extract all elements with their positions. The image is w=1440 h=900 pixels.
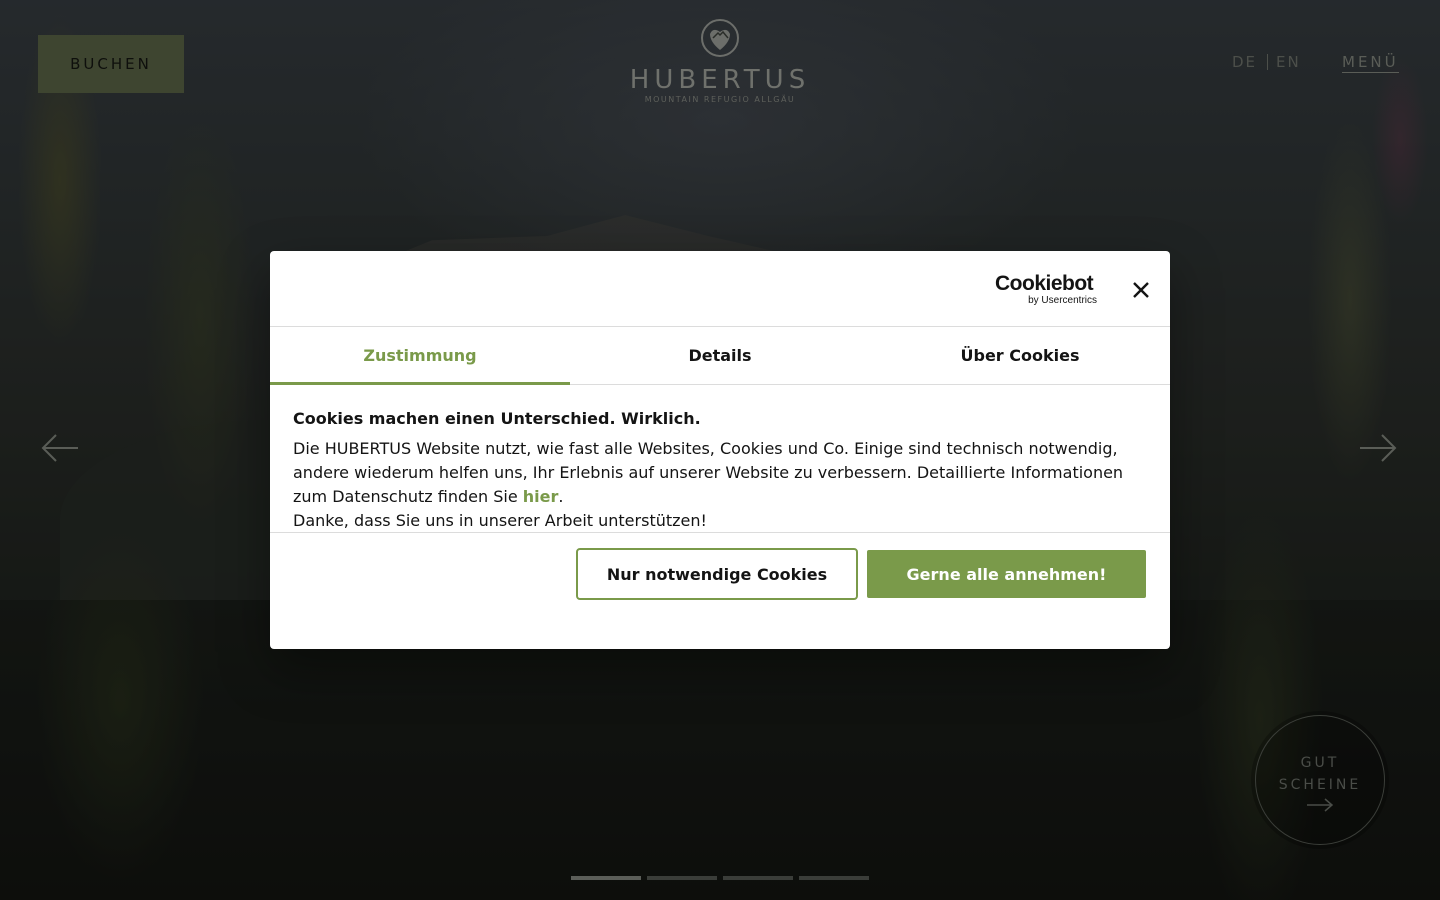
menu-button[interactable]: MENÜ xyxy=(1342,53,1399,73)
slider-dot[interactable] xyxy=(647,876,717,880)
voucher-label-line1: GUT xyxy=(1300,755,1340,771)
tab-details[interactable]: Details xyxy=(570,327,870,384)
dialog-text: Die HUBERTUS Website nutzt, wie fast all… xyxy=(293,437,1148,509)
slider-next-arrow-icon[interactable] xyxy=(1358,430,1398,466)
slider-dot[interactable] xyxy=(571,876,641,880)
cookiebot-logo[interactable]: Cookiebot by Usercentrics xyxy=(995,273,1097,307)
language-switcher: DE EN xyxy=(1232,53,1301,71)
dialog-heading: Cookies machen einen Unterschied. Wirkli… xyxy=(293,409,701,428)
accept-all-button[interactable]: Gerne alle annehmen! xyxy=(867,550,1146,598)
slider-dot[interactable] xyxy=(723,876,793,880)
slider-prev-arrow-icon[interactable] xyxy=(40,430,80,466)
voucher-label-line2: SCHEINE xyxy=(1278,777,1362,793)
arrow-right-icon xyxy=(1307,798,1334,812)
dialog-footer: Nur notwendige Cookies Gerne alle annehm… xyxy=(270,533,1170,623)
dialog-tabs: Zustimmung Details Über Cookies xyxy=(270,327,1170,385)
tab-about-cookies[interactable]: Über Cookies xyxy=(870,327,1170,384)
logo-wordmark: HUBERTUS xyxy=(629,65,811,95)
lang-separator xyxy=(1267,54,1269,70)
lang-de-link[interactable]: DE xyxy=(1232,53,1257,71)
heart-mountain-icon xyxy=(701,19,739,57)
necessary-cookies-button[interactable]: Nur notwendige Cookies xyxy=(576,548,858,600)
lang-en-link[interactable]: EN xyxy=(1276,53,1301,71)
dialog-body: Cookies machen einen Unterschied. Wirkli… xyxy=(270,385,1170,533)
cookiebot-byline: by Usercentrics xyxy=(1028,295,1097,306)
dialog-header: Cookiebot by Usercentrics xyxy=(270,251,1170,327)
privacy-link[interactable]: hier xyxy=(523,487,559,506)
voucher-button[interactable]: GUT SCHEINE xyxy=(1255,715,1385,845)
cookie-consent-dialog: Cookiebot by Usercentrics Zustimmung Det… xyxy=(270,251,1170,649)
site-logo[interactable]: HUBERTUS MOUNTAIN REFUGIO ALLGÄU xyxy=(620,18,820,110)
logo-tagline: MOUNTAIN REFUGIO ALLGÄU xyxy=(644,95,796,104)
book-button[interactable]: BUCHEN xyxy=(38,35,184,93)
slider-dot[interactable] xyxy=(799,876,869,880)
dialog-text-part2: . xyxy=(558,487,564,506)
close-icon[interactable] xyxy=(1128,279,1154,301)
dialog-thanks-text: Danke, dass Sie uns in unserer Arbeit un… xyxy=(293,511,707,530)
cookiebot-wordmark: Cookiebot xyxy=(995,272,1094,295)
tab-consent[interactable]: Zustimmung xyxy=(270,327,570,385)
slider-pagination xyxy=(571,876,869,880)
dialog-text-part1: Die HUBERTUS Website nutzt, wie fast all… xyxy=(293,439,1124,506)
